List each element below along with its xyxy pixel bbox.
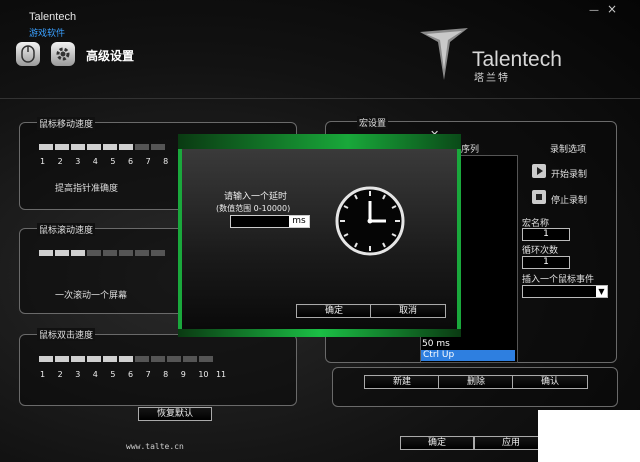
footer-apply-button[interactable]: 应用 xyxy=(474,436,548,450)
scroll-speed-title: 鼠标滚动速度 xyxy=(37,223,96,236)
mouse-speed-title: 鼠标移动速度 xyxy=(37,117,96,130)
tick-label: 1 xyxy=(40,370,46,379)
dialog-footer-bar xyxy=(178,329,461,337)
header-divider xyxy=(0,98,640,99)
tick-label: 10 xyxy=(198,370,209,379)
dblclick-speed-slider[interactable] xyxy=(39,355,215,365)
tick-label: 4 xyxy=(92,370,98,379)
tick-label: 2 xyxy=(57,370,63,379)
list-item-label: Ctrl Up xyxy=(423,350,455,360)
tick-label: 7 xyxy=(145,157,151,166)
tick-label: 5 xyxy=(110,157,116,166)
delay-range: (数值范围 0-10000) xyxy=(216,204,291,213)
pointer-precision-label[interactable]: 提高指针准确度 xyxy=(55,181,118,194)
minimize-button[interactable]: — xyxy=(589,5,599,16)
logo-cn-text: 塔兰特 xyxy=(474,73,510,84)
scroll-screen-option[interactable]: 一次滚动一个屏幕 xyxy=(55,288,127,301)
dialog-header-bar xyxy=(178,134,461,149)
stop-icon[interactable] xyxy=(532,190,546,204)
tick-label: 1 xyxy=(40,157,46,166)
tick-label: 6 xyxy=(127,157,134,166)
insert-mouse-event-select[interactable]: ▼ xyxy=(522,285,608,298)
record-options-header: 录制选项 xyxy=(550,145,587,155)
brand-name: Talentech xyxy=(29,11,77,23)
tick-label: 9 xyxy=(180,370,186,379)
page-title: 高级设置 xyxy=(86,49,135,63)
dialog-body xyxy=(182,149,457,329)
talentech-logo-icon xyxy=(418,26,470,85)
website-link[interactable]: www.talte.cn xyxy=(126,442,184,451)
list-item[interactable]: 50 ms xyxy=(422,339,450,349)
loop-count-input[interactable]: 1 xyxy=(522,256,570,269)
list-item-selected[interactable]: Ctrl Up xyxy=(421,350,515,361)
new-macro-button[interactable]: 新建 xyxy=(364,375,440,389)
tick-label: 6 xyxy=(127,370,134,379)
delay-dialog: 请输入一个延时 (数值范围 0-10000) ms 确定 取消 xyxy=(178,134,461,337)
brand-subtitle: 游戏软件 xyxy=(29,29,66,39)
tick-label: 2 xyxy=(57,157,63,166)
restore-default-button[interactable]: 恢复默认 xyxy=(138,407,212,421)
mouse-speed-slider[interactable] xyxy=(39,143,167,153)
gear-icon[interactable] xyxy=(51,42,75,66)
start-record-label[interactable]: 开始录制 xyxy=(551,167,587,180)
close-button[interactable]: × xyxy=(607,2,617,16)
dblclick-speed-title: 鼠标双击速度 xyxy=(37,328,96,341)
tick-label: 5 xyxy=(110,370,116,379)
delay-input[interactable]: ms xyxy=(230,215,310,228)
tick-label: 4 xyxy=(92,157,98,166)
scroll-speed-slider[interactable] xyxy=(39,249,167,259)
stop-record-label[interactable]: 停止录制 xyxy=(551,193,587,206)
delete-macro-button[interactable]: 删除 xyxy=(438,375,514,389)
mouse-icon[interactable] xyxy=(16,42,40,66)
delay-prompt: 请输入一个延时 xyxy=(224,192,288,202)
tick-label: 7 xyxy=(145,370,151,379)
delay-unit: ms xyxy=(289,216,309,227)
footer-ok-button[interactable]: 确定 xyxy=(400,436,474,450)
insert-mouse-event-label: 插入一个鼠标事件 xyxy=(522,275,595,285)
dblclick-speed-ticks: 1 2 3 4 5 6 7 8 9 10 11 xyxy=(40,370,234,380)
mouse-speed-ticks: 12345678 xyxy=(40,157,181,167)
tick-label: 8 xyxy=(163,370,169,379)
loop-count-label: 循环次数 xyxy=(522,246,559,256)
macro-title: 宏设置 xyxy=(357,116,389,129)
tick-label: 3 xyxy=(75,370,81,379)
chevron-down-icon[interactable]: ▼ xyxy=(596,286,607,297)
play-icon[interactable] xyxy=(532,164,546,178)
confirm-macro-button[interactable]: 确认 xyxy=(512,375,588,389)
dialog-cancel-button[interactable]: 取消 xyxy=(370,304,446,318)
tick-label: 11 xyxy=(215,370,227,379)
main-window: Talentech 游戏软件 — × 高级设置 Talentech 塔兰特 鼠标… xyxy=(0,0,640,462)
tick-label: 3 xyxy=(75,157,81,166)
clock-icon xyxy=(334,185,406,260)
dialog-ok-button[interactable]: 确定 xyxy=(296,304,372,318)
corner-overlay xyxy=(538,410,640,462)
dialog-right-edge xyxy=(457,149,461,329)
macro-name-input[interactable]: 1 xyxy=(522,228,570,241)
